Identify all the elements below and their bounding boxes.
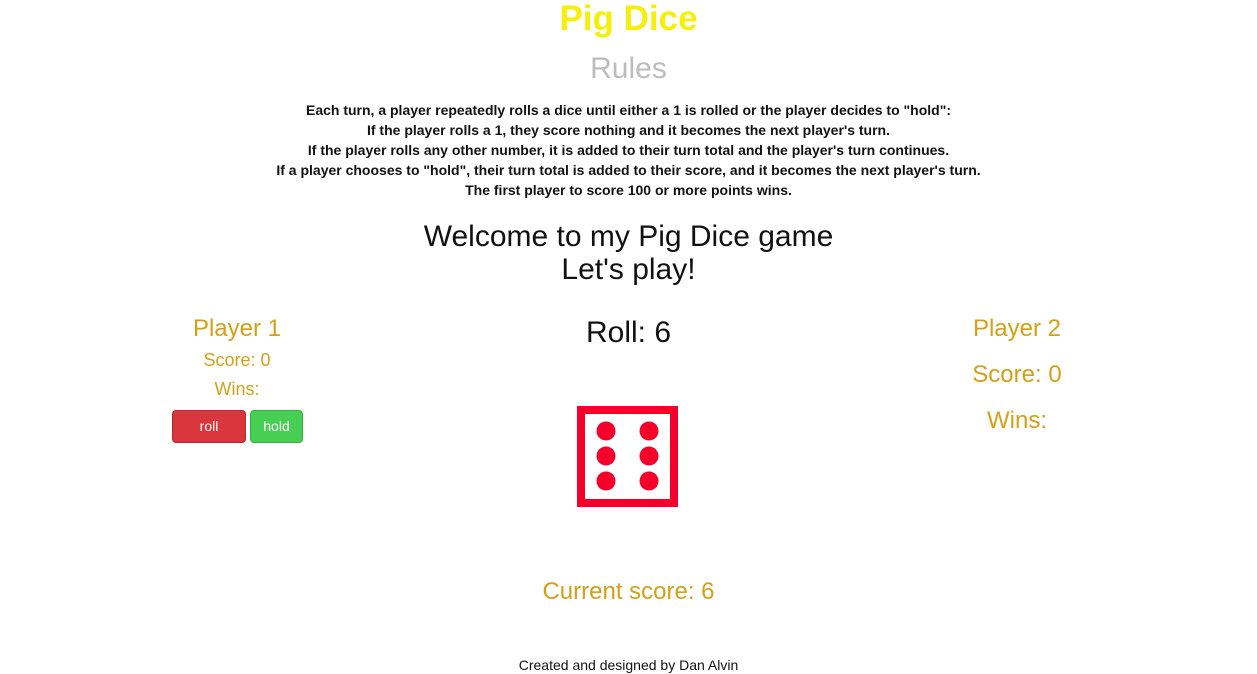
footer-credit: Created and designed by Dan Alvin (518, 657, 739, 673)
die-pip (596, 446, 616, 466)
player-1-wins: Wins: (214, 379, 260, 399)
player-2-wins: Wins: (987, 407, 1047, 434)
rule-line: The first player to score 100 or more po… (465, 182, 792, 198)
welcome-line-1: Welcome to my Pig Dice game (423, 220, 834, 253)
page-title: Pig Dice (559, 0, 698, 38)
die-pip (639, 446, 659, 466)
current-score: Current score: 6 (542, 578, 715, 605)
rule-line: If the player rolls any other number, it… (307, 142, 950, 158)
player-2-score: Score: 0 (972, 361, 1062, 388)
rules-text: Each turn, a player repeatedly rolls a d… (0, 100, 1257, 200)
rule-line: If a player chooses to "hold", their tur… (276, 162, 981, 178)
die-pip (639, 421, 659, 441)
rule-line: Each turn, a player repeatedly rolls a d… (305, 102, 952, 118)
player-2-name: Player 2 (972, 315, 1062, 342)
die-face (577, 406, 678, 507)
game-page: Pig Dice Rules Each turn, a player repea… (0, 0, 1257, 674)
hold-button[interactable]: hold (250, 410, 303, 443)
player-1-controls: roll dice hold (172, 410, 303, 465)
die-pip (639, 471, 659, 491)
rule-line: If the player rolls a 1, they score noth… (366, 122, 891, 138)
roll-dice-button[interactable]: roll dice (172, 410, 246, 465)
welcome-line-2: Let's play! (561, 253, 696, 286)
player-1-score: Score: 0 (203, 350, 271, 370)
die-six-icon (577, 406, 678, 507)
player-2-panel: Player 2 Score: 0 Wins: (917, 314, 1117, 436)
rules-heading: Rules (590, 52, 667, 85)
welcome-message: Welcome to my Pig Dice game Let's play! (0, 220, 1257, 286)
die-pip (596, 421, 616, 441)
die-pip (596, 471, 616, 491)
